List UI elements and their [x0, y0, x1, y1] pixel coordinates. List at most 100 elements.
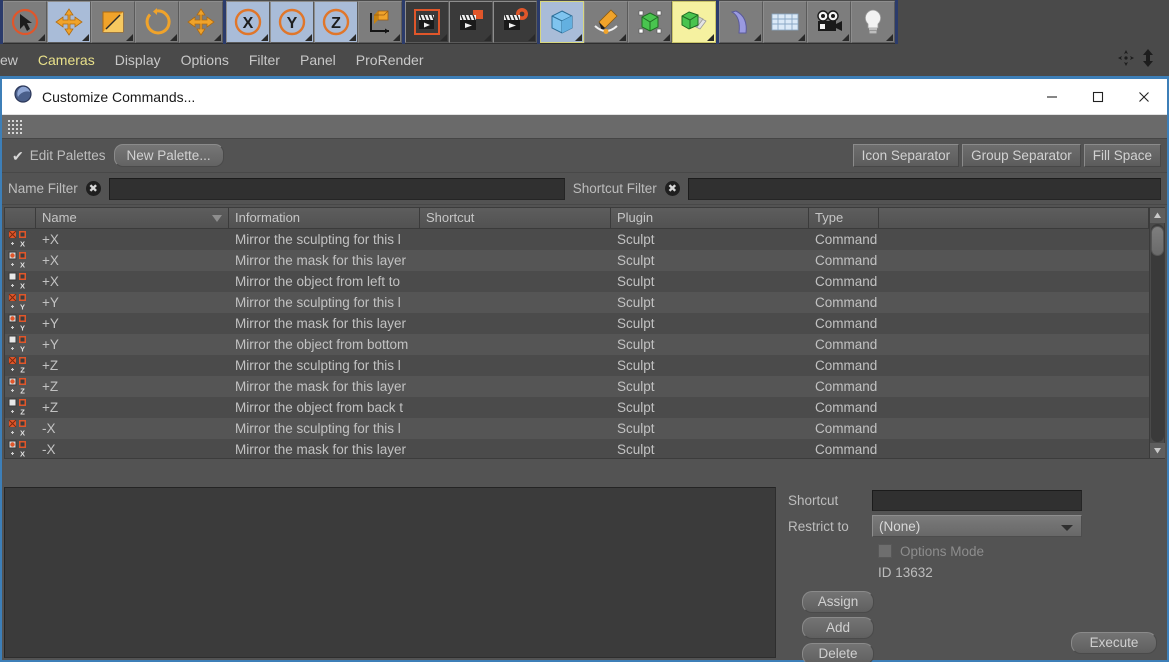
- toolbar-button-floor-environment[interactable]: [763, 0, 807, 43]
- commands-table-header: Name Information Shortcut Plugin Type: [5, 208, 1149, 229]
- menu-item-ew[interactable]: ew: [0, 45, 28, 75]
- add-button[interactable]: Add: [802, 617, 874, 639]
- cell-plugin: Sculpt: [617, 379, 655, 394]
- resize-vertical-icon[interactable]: [1141, 48, 1155, 72]
- move-arrows-icon: [54, 7, 84, 37]
- svg-text:Y: Y: [19, 345, 24, 354]
- mirror-sculpt-y-icon: Y: [5, 292, 36, 313]
- svg-text:X: X: [19, 261, 24, 270]
- svg-text:Z: Z: [20, 408, 25, 417]
- toolbar-button-move-tool-2[interactable]: [179, 0, 223, 43]
- shortcut-input[interactable]: [872, 489, 1082, 511]
- table-row[interactable]: Z +Z Mirror the sculpting for this l Sculpt…: [5, 355, 1149, 376]
- svg-text:Z: Z: [331, 15, 341, 32]
- execute-button[interactable]: Execute: [1071, 632, 1157, 654]
- drag-grip-icon[interactable]: [8, 119, 22, 134]
- toolbar-button-add-light[interactable]: [851, 0, 895, 43]
- table-row[interactable]: Y +Y Mirror the mask for this layer Sculpt C…: [5, 313, 1149, 334]
- options-mode-checkbox[interactable]: [878, 544, 892, 558]
- toolbar-button-render-region[interactable]: [449, 0, 493, 43]
- restrict-to-value: (None): [879, 518, 921, 534]
- group-separator-button[interactable]: Group Separator: [962, 144, 1081, 167]
- dialog-titlebar[interactable]: Customize Commands...: [2, 79, 1167, 115]
- column-header-name-label: Name: [42, 210, 77, 225]
- table-row[interactable]: X +X Mirror the sculpting for this l Sculpt…: [5, 229, 1149, 250]
- table-row[interactable]: X -X Mirror the sculpting for this l Sculpt…: [5, 418, 1149, 439]
- menu-item-options[interactable]: Options: [171, 45, 239, 75]
- table-row[interactable]: X -X Mirror the mask for this layer Sculpt C…: [5, 439, 1149, 458]
- toolbar-button-generators[interactable]: [628, 0, 672, 43]
- maximize-button[interactable]: [1075, 79, 1121, 115]
- cell-information: Mirror the sculpting for this l: [235, 421, 401, 436]
- toolbar-button-add-cube-object[interactable]: [540, 0, 584, 43]
- new-palette-button[interactable]: New Palette...: [113, 144, 224, 167]
- cell-type: Command: [815, 400, 878, 415]
- clear-name-filter-icon[interactable]: ✖: [85, 181, 101, 196]
- menu-item-prorender[interactable]: ProRender: [346, 45, 434, 75]
- svg-text:Y: Y: [287, 15, 298, 32]
- restrict-to-dropdown[interactable]: (None): [872, 515, 1082, 537]
- viewport-controls: [1117, 48, 1169, 72]
- toolbar-button-corner: [38, 33, 45, 41]
- scroll-up-arrow-icon[interactable]: [1149, 208, 1165, 223]
- cell-plugin: Sculpt: [617, 232, 655, 247]
- scrollbar-thumb[interactable]: [1150, 226, 1164, 256]
- toolbar-button-y-axis-lock[interactable]: Y: [270, 0, 314, 43]
- table-vertical-scrollbar[interactable]: [1149, 208, 1165, 458]
- toolbar-button-rotate-tool[interactable]: [135, 0, 179, 43]
- table-row[interactable]: X +X Mirror the object from left to Sculpt C…: [5, 271, 1149, 292]
- menu-item-display[interactable]: Display: [105, 45, 171, 75]
- assign-button[interactable]: Assign: [802, 591, 874, 613]
- move-cross-icon[interactable]: [1117, 49, 1135, 72]
- delete-button[interactable]: Delete: [802, 643, 874, 662]
- toolbar-button-live-selection-tool[interactable]: [3, 0, 47, 43]
- clear-shortcut-filter-icon[interactable]: ✖: [664, 181, 680, 196]
- mirror-mask-negx-icon: X: [5, 439, 36, 458]
- column-header-icon[interactable]: [5, 208, 36, 228]
- table-row[interactable]: Y +Y Mirror the sculpting for this l Sculpt…: [5, 292, 1149, 313]
- table-row[interactable]: Z +Z Mirror the mask for this layer Sculpt C…: [5, 376, 1149, 397]
- menu-item-panel[interactable]: Panel: [290, 45, 346, 75]
- toolbar-button-add-spline[interactable]: [584, 0, 628, 43]
- column-header-type[interactable]: Type: [809, 208, 879, 228]
- table-row[interactable]: Z +Z Mirror the object from back t Sculpt Co…: [5, 397, 1149, 418]
- shortcut-filter-input[interactable]: [687, 177, 1161, 200]
- cell-name: -X: [42, 442, 56, 457]
- scroll-down-arrow-icon[interactable]: [1149, 443, 1165, 458]
- fill-space-button[interactable]: Fill Space: [1083, 144, 1161, 167]
- minimize-button[interactable]: [1029, 79, 1075, 115]
- checkmark-icon: ✔: [12, 147, 24, 164]
- close-button[interactable]: [1121, 79, 1167, 115]
- green-cube-array-icon: [635, 7, 665, 37]
- toolbar-button-add-camera[interactable]: [807, 0, 851, 43]
- column-header-plugin[interactable]: Plugin: [611, 208, 809, 228]
- name-filter-input[interactable]: [108, 177, 565, 200]
- menu-item-cameras[interactable]: Cameras: [28, 45, 105, 75]
- cube-axis-icon: [365, 7, 395, 37]
- edit-palettes-checkbox[interactable]: ✔ Edit Palettes: [12, 148, 106, 163]
- clapper-region-icon: [456, 7, 486, 37]
- column-header-shortcut[interactable]: Shortcut: [420, 208, 611, 228]
- cell-plugin: Sculpt: [617, 358, 655, 373]
- cell-type: Command: [815, 337, 878, 352]
- toolbar-button-z-axis-lock[interactable]: Z: [314, 0, 358, 43]
- toolbar-button-bend-deformer[interactable]: [719, 0, 763, 43]
- shortcut-filter-label: Shortcut Filter: [572, 181, 657, 196]
- menu-item-filter[interactable]: Filter: [239, 45, 290, 75]
- toolbar-button-deformers[interactable]: [672, 0, 716, 43]
- table-row[interactable]: Y +Y Mirror the object from bottom Sculpt Co…: [5, 334, 1149, 355]
- cell-type: Command: [815, 295, 878, 310]
- toolbar-button-render-settings[interactable]: [493, 0, 537, 43]
- table-row[interactable]: X +X Mirror the mask for this layer Sculpt C…: [5, 250, 1149, 271]
- toolbar-button-x-axis-lock[interactable]: X: [226, 0, 270, 43]
- icon-separator-button[interactable]: Icon Separator: [852, 144, 960, 167]
- scrollbar-track[interactable]: [1150, 224, 1164, 442]
- column-header-name[interactable]: Name: [36, 208, 229, 228]
- toolbar-button-render-view[interactable]: [405, 0, 449, 43]
- toolbar-button-scale-tool[interactable]: [91, 0, 135, 43]
- toolbar-button-move-tool[interactable]: [47, 0, 91, 43]
- light-bulb-icon: [858, 7, 888, 37]
- svg-text:Y: Y: [19, 324, 24, 333]
- column-header-information[interactable]: Information: [229, 208, 420, 228]
- toolbar-button-world-object-coordinates[interactable]: [358, 0, 402, 43]
